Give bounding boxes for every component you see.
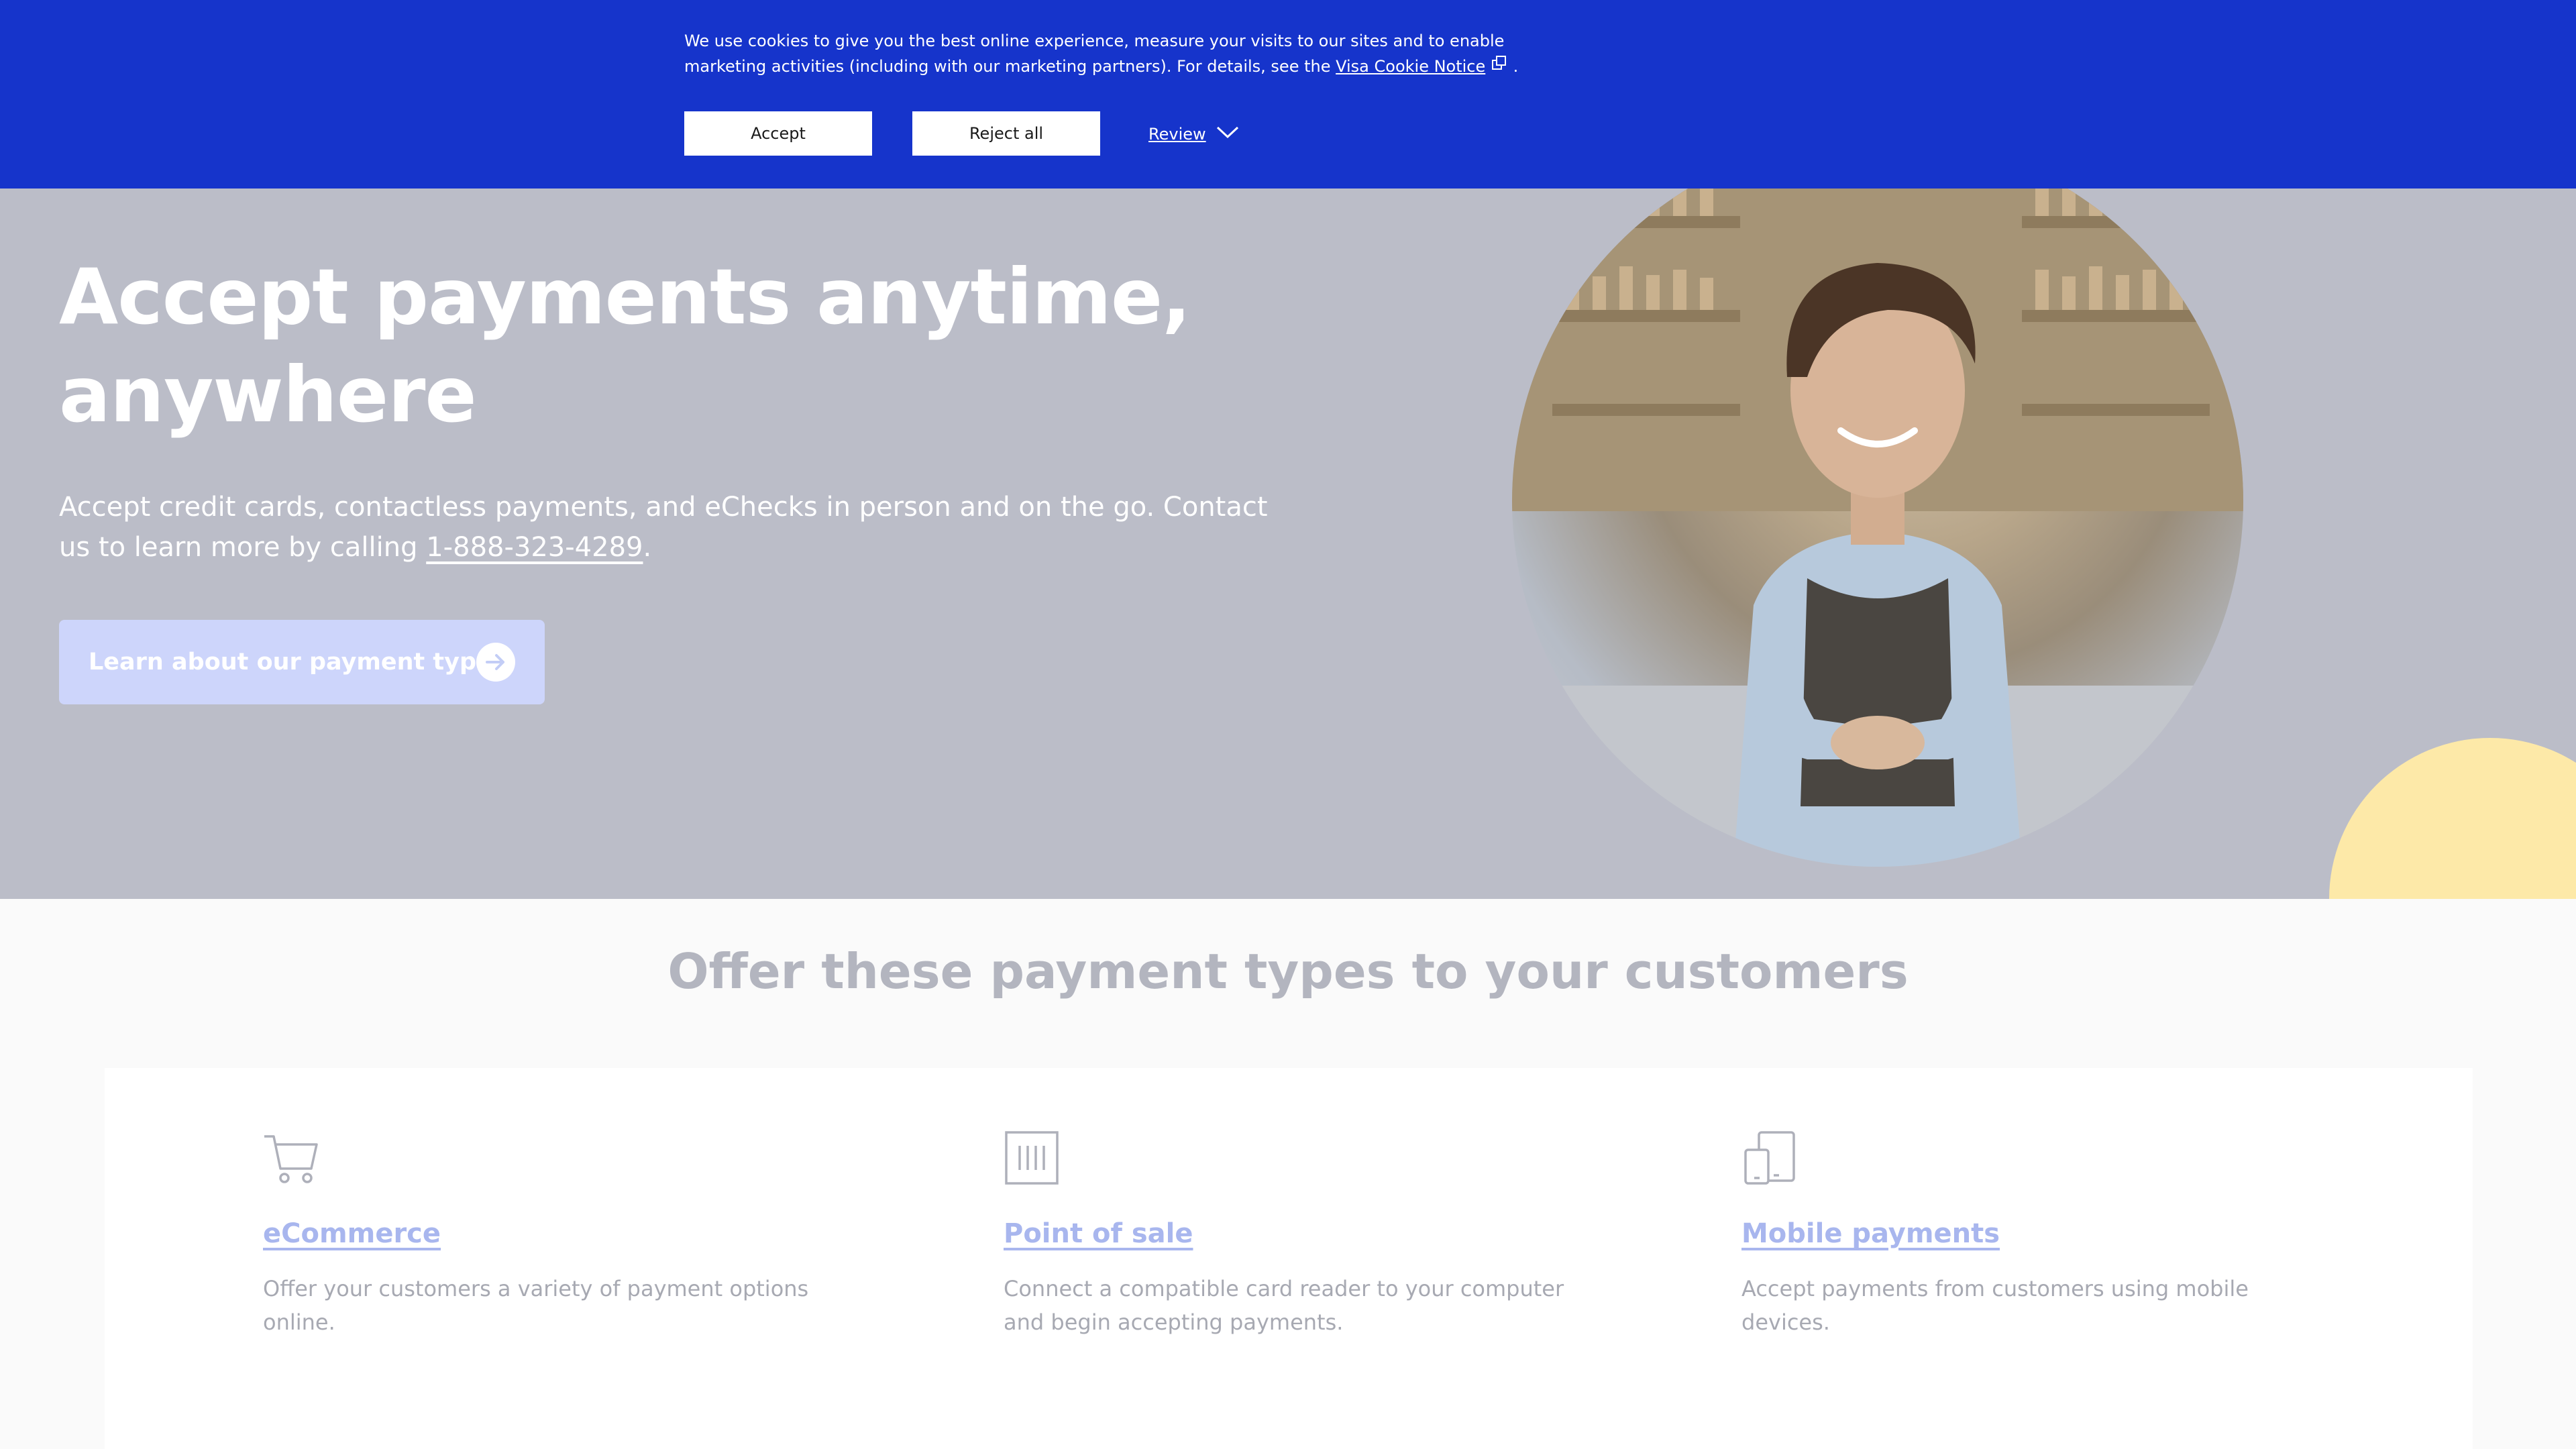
chevron-down-icon	[1216, 125, 1240, 144]
learn-payment-types-button[interactable]: Learn about our payment types	[59, 620, 545, 704]
mobile-payments-link[interactable]: Mobile payments	[1741, 1218, 2000, 1249]
payment-types-card: eCommerce Offer your customers a variety…	[105, 1068, 2473, 1449]
hero-description-text: Accept credit cards, contactless payment…	[59, 492, 1268, 563]
point-of-sale-link[interactable]: Point of sale	[1004, 1218, 1193, 1249]
phone-link[interactable]: 1-888-323-4289	[426, 532, 643, 563]
review-cookies-link[interactable]: Review	[1148, 121, 1240, 148]
cookie-message: We use cookies to give you the best onli…	[684, 28, 1556, 79]
external-link-icon	[1491, 56, 1508, 76]
cta-label: Learn about our payment types	[89, 649, 506, 676]
ecommerce-link[interactable]: eCommerce	[263, 1218, 441, 1249]
cookie-notice-link[interactable]: Visa Cookie Notice	[1336, 57, 1485, 76]
card-reader-icon	[1004, 1130, 1060, 1186]
cookie-banner: We use cookies to give you the best onli…	[0, 0, 2576, 189]
review-label: Review	[1148, 125, 1206, 144]
shopping-cart-icon	[263, 1130, 319, 1186]
mobile-payments-description: Accept payments from customers using mob…	[1741, 1276, 2249, 1335]
hero-description-end: .	[643, 532, 652, 563]
merchant-photo	[1512, 136, 2243, 867]
feature-point-of-sale: Point of sale Connect a compatible card …	[1004, 1130, 1594, 1339]
cookie-message-end: .	[1513, 57, 1519, 76]
arrow-right-circle-icon	[476, 643, 515, 682]
mobile-devices-icon	[1741, 1130, 1798, 1186]
accept-cookies-button[interactable]: Accept	[684, 111, 872, 156]
hero-title: Accept payments anytime, anywhere	[59, 252, 1191, 439]
reject-all-cookies-button[interactable]: Reject all	[912, 111, 1100, 156]
point-of-sale-description: Connect a compatible card reader to your…	[1004, 1276, 1564, 1335]
feature-ecommerce: eCommerce Offer your customers a variety…	[263, 1130, 853, 1339]
ecommerce-description: Offer your customers a variety of paymen…	[263, 1276, 809, 1335]
hero-description: Accept credit cards, contactless payment…	[59, 487, 1293, 568]
decorative-circle	[2329, 738, 2576, 899]
payment-types-heading: Offer these payment types to your custom…	[667, 943, 1909, 1000]
feature-mobile-payments: Mobile payments Accept payments from cus…	[1741, 1130, 2332, 1339]
